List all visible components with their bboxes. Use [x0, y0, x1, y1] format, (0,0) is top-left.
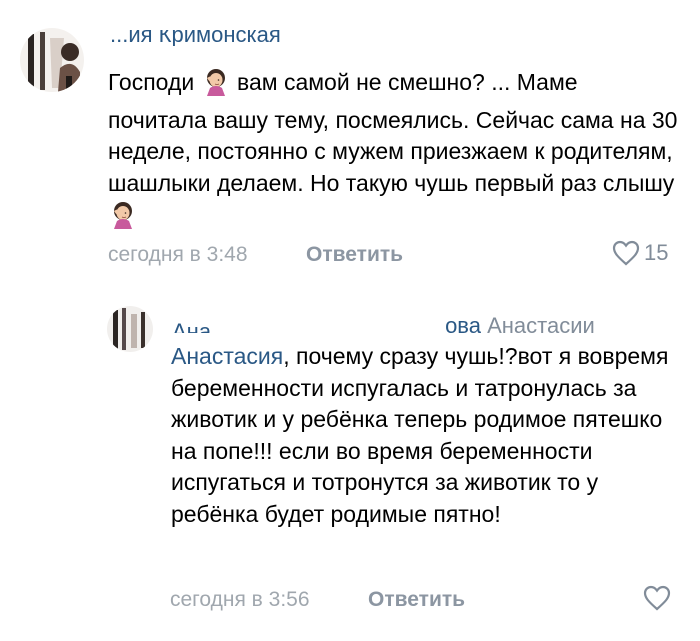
avatar-image — [20, 28, 84, 92]
reply-to-label: Анастасии — [487, 313, 595, 338]
comment-text: Анастасия, почему сразу чушь!?вот я вовр… — [171, 341, 671, 530]
facepalm-icon — [108, 199, 138, 238]
like-count: 15 — [644, 240, 669, 265]
comment-date: сегодня в 3:56 — [170, 588, 310, 611]
heart-icon — [612, 240, 640, 266]
avatar[interactable] — [107, 306, 153, 352]
heart-icon — [643, 585, 671, 611]
reply-button[interactable]: Ответить — [306, 243, 403, 267]
comment-text-part: Господи — [108, 69, 201, 95]
reply-button[interactable]: Ответить — [368, 588, 465, 612]
comment-author[interactable]: Ана ова Анастасии — [172, 313, 595, 339]
avatar-image — [107, 306, 153, 352]
mention-link[interactable]: Анастасия — [171, 343, 283, 369]
comment-text: Господи вам самой не смешно? ... Маме по… — [108, 66, 680, 238]
avatar[interactable] — [20, 28, 84, 92]
like-button[interactable] — [643, 585, 671, 611]
facepalm-icon — [201, 66, 231, 105]
like-button[interactable]: 15 — [612, 240, 668, 266]
comment-date: сегодня в 3:48 — [108, 243, 248, 266]
redacted-name — [211, 317, 446, 338]
comment-author[interactable]: ...ия Кримонская — [110, 30, 281, 46]
comment-text-part: , почему сразу чушь!?вот я вовремя берем… — [171, 343, 669, 527]
